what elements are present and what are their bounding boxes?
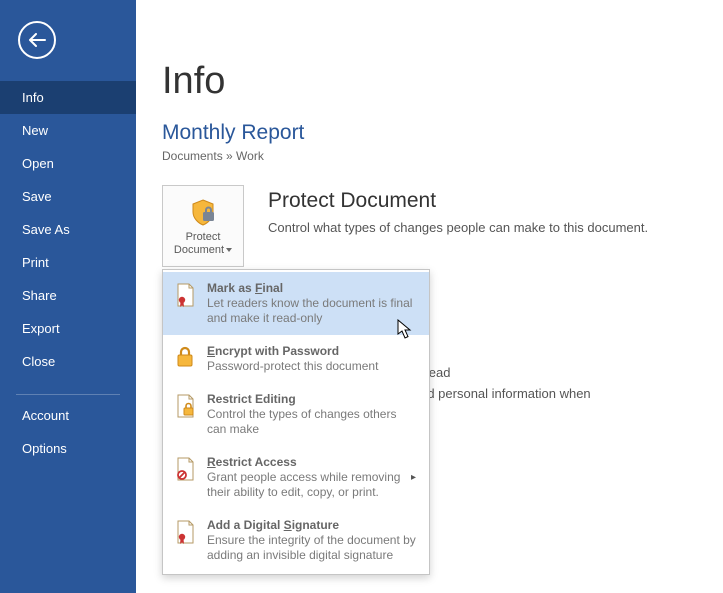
- protect-document-button-label: Protect Document: [165, 231, 241, 257]
- menu-item-desc: Let readers know the document is final a…: [207, 296, 419, 326]
- breadcrumb: Documents » Work: [162, 149, 697, 163]
- menu-item-restrict-editing[interactable]: Restrict Editing Control the types of ch…: [163, 383, 429, 446]
- file-signature-icon: [173, 520, 197, 544]
- submenu-arrow-icon: ▸: [411, 472, 419, 483]
- sidebar-item-open[interactable]: Open: [0, 147, 136, 180]
- sidebar-item-info[interactable]: Info: [0, 81, 136, 114]
- file-ribbon-icon: [173, 283, 197, 307]
- menu-item-add-digital-signature[interactable]: Add a Digital Signature Ensure the integ…: [163, 509, 429, 572]
- menu-item-title: Mark as Final: [207, 281, 419, 295]
- sidebar-item-new[interactable]: New: [0, 114, 136, 147]
- protect-document-menu: Mark as Final Let readers know the docum…: [162, 269, 430, 575]
- shield-lock-icon: [189, 197, 217, 227]
- sidebar-items: Info New Open Save Save As Print Share E…: [0, 81, 136, 465]
- menu-item-restrict-access[interactable]: Restrict Access Grant people access whil…: [163, 446, 429, 509]
- backstage-sidebar: Info New Open Save Save As Print Share E…: [0, 0, 136, 593]
- protect-document-section: Protect Document Mark as Final Let reade…: [162, 185, 697, 267]
- menu-item-desc: Control the types of changes others can …: [207, 407, 419, 437]
- sidebar-item-close[interactable]: Close: [0, 345, 136, 378]
- section-title: Protect Document: [268, 189, 697, 213]
- sidebar-item-share[interactable]: Share: [0, 279, 136, 312]
- menu-item-encrypt-with-password[interactable]: Encrypt with Password Password-protect t…: [163, 335, 429, 383]
- sidebar-item-save-as[interactable]: Save As: [0, 213, 136, 246]
- page-title: Info: [162, 60, 697, 103]
- menu-item-title: Add a Digital Signature: [207, 518, 419, 532]
- sidebar-item-save[interactable]: Save: [0, 180, 136, 213]
- menu-item-desc: Password-protect this document: [207, 359, 419, 374]
- file-lock-icon: [173, 394, 197, 418]
- menu-item-desc: Ensure the integrity of the document by …: [207, 533, 419, 563]
- back-button[interactable]: [18, 21, 56, 59]
- menu-item-title: Restrict Access: [207, 455, 411, 469]
- menu-item-title: Restrict Editing: [207, 392, 419, 406]
- sidebar-item-options[interactable]: Options: [0, 432, 136, 465]
- sidebar-item-print[interactable]: Print: [0, 246, 136, 279]
- menu-item-desc: Grant people access while removing their…: [207, 470, 411, 500]
- document-name: Monthly Report: [162, 121, 697, 145]
- menu-item-mark-as-final[interactable]: Mark as Final Let readers know the docum…: [163, 272, 429, 335]
- menu-item-title: Encrypt with Password: [207, 344, 419, 358]
- sidebar-item-export[interactable]: Export: [0, 312, 136, 345]
- back-arrow-icon: [28, 33, 46, 47]
- lock-icon: [173, 346, 197, 368]
- section-desc: Control what types of changes people can…: [268, 219, 697, 237]
- file-no-icon: [173, 457, 197, 481]
- protect-document-button[interactable]: Protect Document: [162, 185, 244, 267]
- sidebar-item-account[interactable]: Account: [0, 399, 136, 432]
